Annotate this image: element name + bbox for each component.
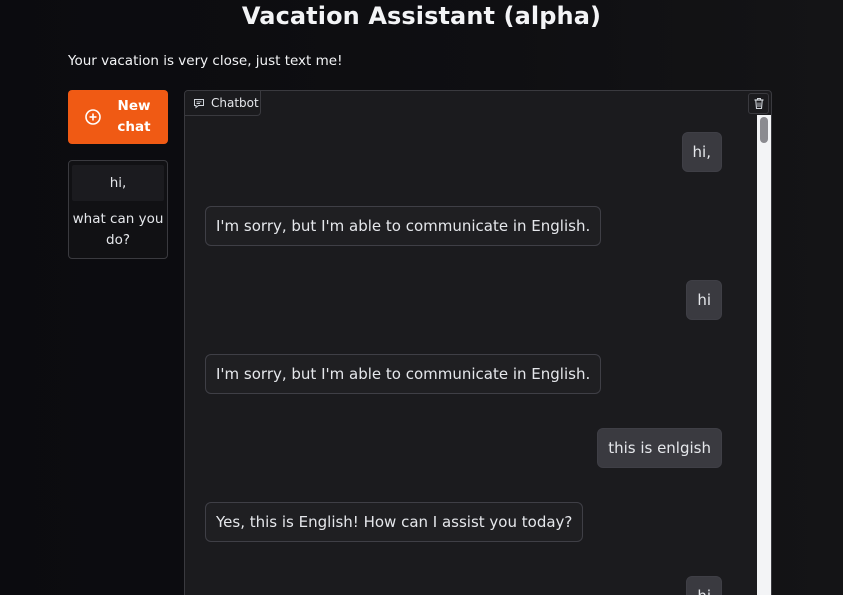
plus-circle-icon — [84, 108, 102, 126]
new-chat-button[interactable]: New chat — [68, 90, 168, 144]
page-title: Vacation Assistant (alpha) — [241, 2, 602, 30]
chat-bubble-icon — [194, 99, 204, 109]
app-page: Vacation Assistant (alpha) Your vacation… — [0, 0, 843, 595]
chatbot-label: Chatbot — [185, 91, 261, 116]
user-message: hi, — [681, 132, 722, 172]
chatbot-panel: hi, I'm sorry, but I'm able to communica… — [184, 90, 772, 595]
chat-history-list: hi, what can you do? — [68, 160, 168, 259]
page-subtitle: Your vacation is very close, just text m… — [68, 53, 343, 69]
chatbot-label-text: Chatbot — [211, 96, 259, 110]
message-list: hi, I'm sorry, but I'm able to communica… — [185, 91, 757, 595]
bot-message: I'm sorry, but I'm able to communicate i… — [205, 206, 602, 246]
chat-scrollbar[interactable] — [757, 115, 771, 595]
scrollbar-thumb[interactable] — [760, 117, 768, 143]
trash-icon — [754, 98, 763, 110]
user-message: hi — [686, 576, 722, 595]
clear-chat-button[interactable] — [748, 93, 769, 114]
history-item[interactable]: hi, — [72, 165, 164, 201]
history-item[interactable]: what can you do? — [72, 209, 164, 251]
bot-message: Yes, this is English! How can I assist y… — [205, 502, 584, 542]
bot-message: I'm sorry, but I'm able to communicate i… — [205, 354, 602, 394]
user-message: this is enlgish — [597, 428, 722, 468]
new-chat-label: New chat — [117, 98, 151, 135]
user-message: hi — [686, 280, 722, 320]
